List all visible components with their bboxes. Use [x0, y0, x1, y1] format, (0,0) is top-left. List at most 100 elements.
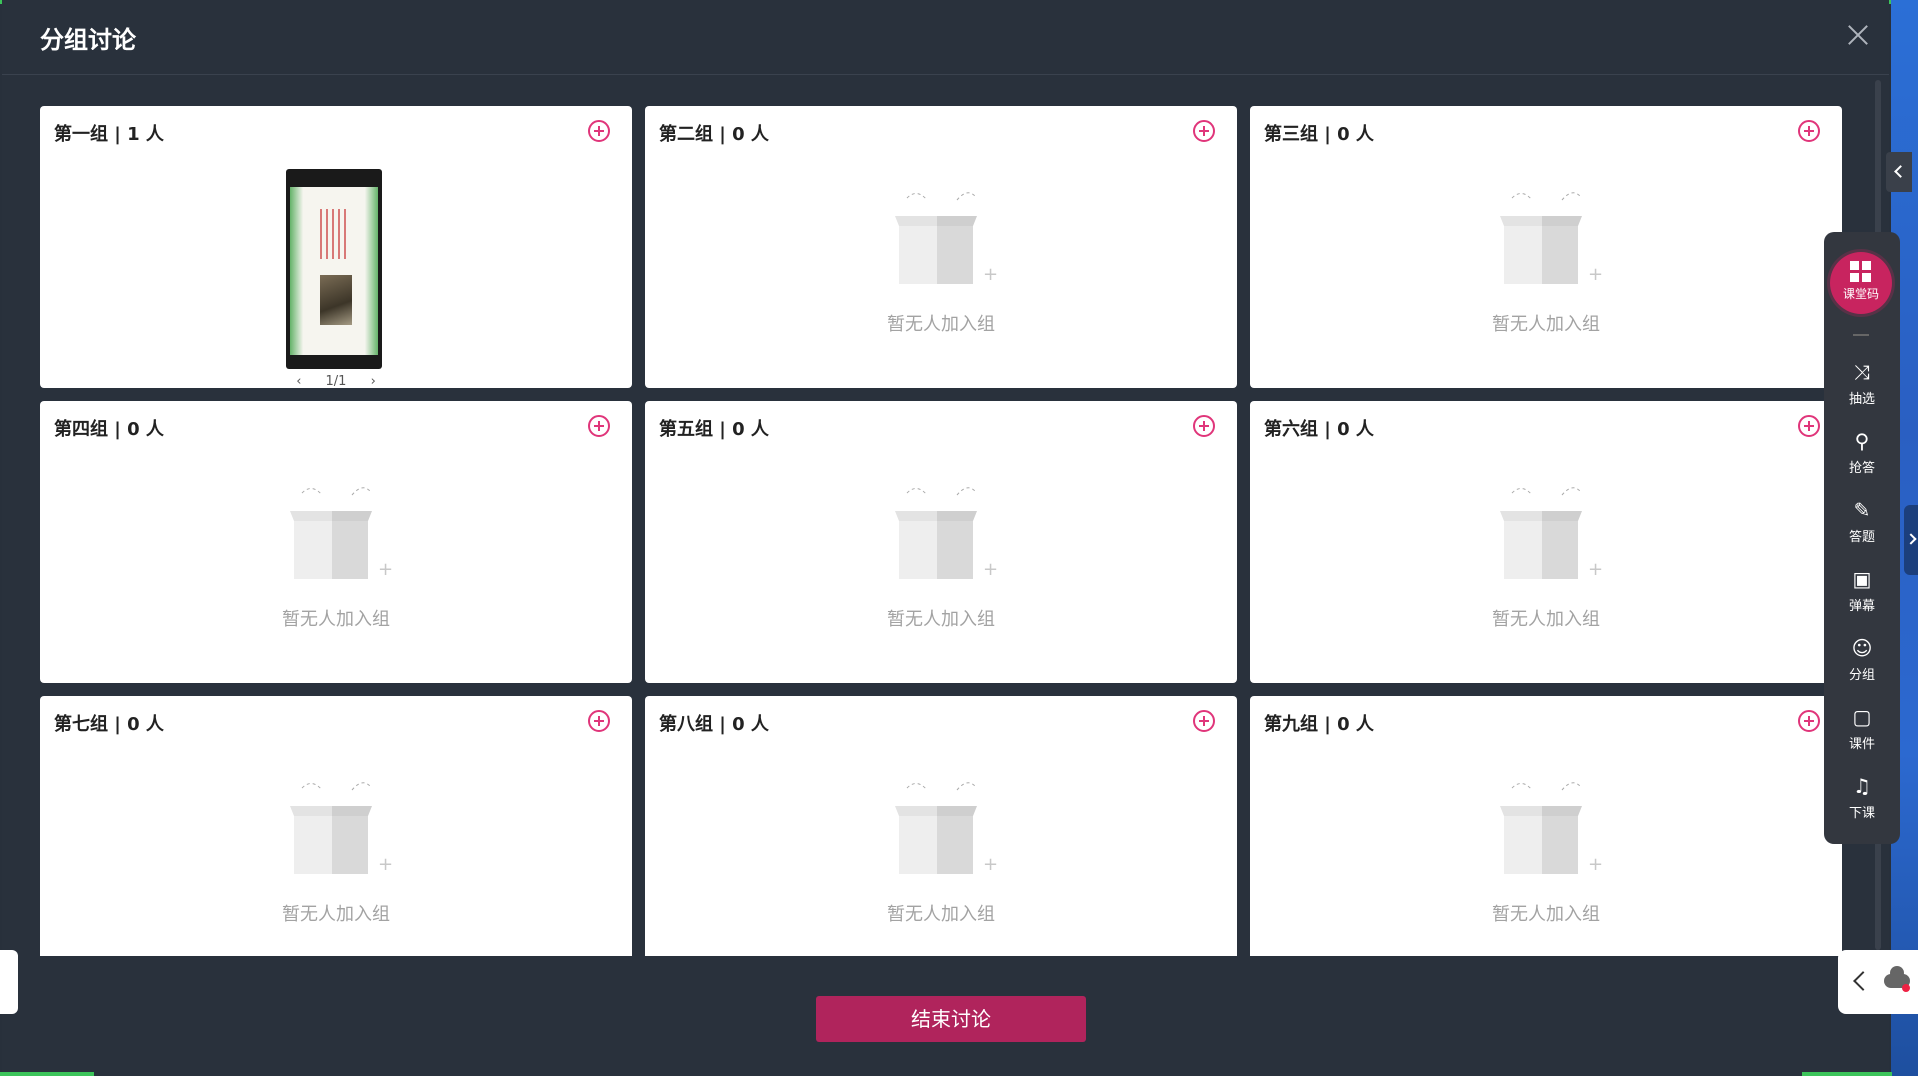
group-title: 第四组 | 0 人	[54, 419, 164, 440]
dialog-header: 分组讨论	[2, 0, 1889, 75]
group-discussion-dialog: 分组讨论 第一组 | 1 人 ‹ 1/1 › 第二组 | 0 人 + 暂无人加入…	[2, 0, 1889, 1076]
svg-text:+: +	[1588, 559, 1602, 580]
pencil-icon: ✎	[1853, 498, 1871, 522]
dialog-title: 分组讨论	[40, 26, 136, 54]
thumbnail-pager: ‹ 1/1 ›	[40, 374, 632, 389]
empty-box-icon: +	[1500, 487, 1602, 580]
chevron-left-icon[interactable]	[1853, 971, 1873, 991]
bottom-accent-right	[1802, 1072, 1892, 1076]
group-card-1: 第一组 | 1 人 ‹ 1/1 ›	[40, 106, 632, 389]
add-member-icon[interactable]	[1193, 415, 1215, 437]
class-code-button[interactable]: 课堂码	[1830, 252, 1892, 314]
group-title: 第八组 | 0 人	[659, 714, 769, 735]
tool-label: 分组	[1848, 668, 1875, 683]
tool-group[interactable]: ☺ 分组	[1824, 632, 1900, 692]
collapse-toolbar-icon[interactable]	[1886, 152, 1912, 192]
bottom-accent-left	[0, 1072, 94, 1076]
add-member-icon[interactable]	[1798, 120, 1820, 142]
add-member-icon[interactable]	[588, 120, 610, 142]
tool-answer[interactable]: ✎ 答题	[1824, 494, 1900, 554]
svg-text:+: +	[1588, 854, 1602, 875]
add-member-icon[interactable]	[1193, 710, 1215, 732]
add-member-icon[interactable]	[1798, 710, 1820, 732]
desktop-expand-tab[interactable]	[1904, 505, 1918, 575]
add-member-icon[interactable]	[588, 415, 610, 437]
group-title: 第五组 | 0 人	[659, 419, 769, 440]
empty-box-icon: +	[1500, 192, 1602, 285]
thumbnail-content	[290, 187, 378, 355]
group-card-6: 第六组 | 0 人 + 暂无人加入组	[1250, 401, 1842, 683]
empty-box-icon: +	[1500, 782, 1602, 875]
classroom-toolbar: 课堂码 ⤨ 抽选 ⚲ 抢答 ✎ 答题 ▣ 弹幕 ☺ 分组 ▢ 课件 ♫ 下课	[1824, 232, 1900, 844]
empty-box-icon: +	[290, 782, 392, 875]
group-card-8: 第八组 | 0 人 + 暂无人加入组	[645, 696, 1237, 956]
class-code-label: 课堂码	[1842, 287, 1879, 301]
svg-text:+: +	[983, 264, 997, 285]
svg-text:+: +	[378, 854, 392, 875]
empty-group-text: 暂无人加入组	[1492, 904, 1600, 925]
empty-group-text: 暂无人加入组	[1492, 609, 1600, 630]
group-card-4: 第四组 | 0 人 + 暂无人加入组	[40, 401, 632, 683]
group-title: 第二组 | 0 人	[659, 124, 769, 145]
empty-group-text: 暂无人加入组	[1492, 314, 1600, 335]
tool-label: 课件	[1848, 737, 1875, 752]
group-grid: 第一组 | 1 人 ‹ 1/1 › 第二组 | 0 人 + 暂无人加入组 第三组…	[40, 106, 1846, 956]
tool-end-class[interactable]: ♫ 下课	[1824, 770, 1900, 830]
thumbnail-text	[320, 209, 350, 259]
user-group-icon: ☺	[1851, 636, 1873, 660]
empty-group-text: 暂无人加入组	[887, 314, 995, 335]
empty-group-text: 暂无人加入组	[282, 609, 390, 630]
tool-label: 抢答	[1848, 461, 1875, 476]
tool-danmaku[interactable]: ▣ 弹幕	[1824, 563, 1900, 623]
tool-random-pick[interactable]: ⤨ 抽选	[1824, 356, 1900, 416]
group-card-2: 第二组 | 0 人 + 暂无人加入组	[645, 106, 1237, 388]
empty-box-icon: +	[290, 487, 392, 580]
screen: 分组讨论 第一组 | 1 人 ‹ 1/1 › 第二组 | 0 人 + 暂无人加入…	[0, 0, 1918, 1076]
svg-text:+: +	[983, 854, 997, 875]
add-member-icon[interactable]	[1193, 120, 1215, 142]
add-member-icon[interactable]	[588, 710, 610, 732]
end-discussion-button[interactable]: 结束讨论	[816, 996, 1086, 1042]
courseware-icon: ▢	[1852, 705, 1872, 729]
tool-courseware[interactable]: ▢ 课件	[1824, 701, 1900, 761]
student-screen-thumbnail[interactable]	[286, 169, 382, 369]
svg-text:+: +	[983, 559, 997, 580]
thumbnail-photo	[320, 275, 352, 325]
danmaku-icon: ▣	[1852, 567, 1872, 591]
group-card-3: 第三组 | 0 人 + 暂无人加入组	[1250, 106, 1842, 388]
empty-group-text: 暂无人加入组	[282, 904, 390, 925]
tool-label: 答题	[1848, 530, 1875, 545]
bell-icon: ♫	[1853, 774, 1871, 798]
microphone-icon: ⚲	[1854, 429, 1870, 453]
empty-box-icon: +	[895, 782, 997, 875]
group-card-9: 第九组 | 0 人 + 暂无人加入组	[1250, 696, 1842, 956]
svg-text:+: +	[1588, 264, 1602, 285]
notification-dot	[1902, 984, 1910, 992]
add-member-icon[interactable]	[1798, 415, 1820, 437]
bottom-right-widget[interactable]	[1838, 950, 1918, 1014]
empty-group-text: 暂无人加入组	[887, 904, 995, 925]
empty-group-text: 暂无人加入组	[887, 609, 995, 630]
group-title: 第七组 | 0 人	[54, 714, 164, 735]
group-card-5: 第五组 | 0 人 + 暂无人加入组	[645, 401, 1237, 683]
pager-count: 1/1	[325, 374, 347, 389]
toolbar-divider	[1853, 334, 1869, 336]
tool-label: 抽选	[1848, 392, 1875, 407]
empty-box-icon: +	[895, 487, 997, 580]
group-title: 第一组 | 1 人	[54, 124, 164, 145]
empty-box-icon: +	[895, 192, 997, 285]
svg-text:+: +	[378, 559, 392, 580]
tool-label: 下课	[1848, 806, 1875, 821]
left-side-tab[interactable]	[0, 950, 18, 1014]
pager-prev-icon[interactable]: ‹	[296, 374, 301, 389]
group-title: 第九组 | 0 人	[1264, 714, 1374, 735]
group-title: 第六组 | 0 人	[1264, 419, 1374, 440]
class-code-icon	[1850, 261, 1872, 283]
shuffle-icon: ⤨	[1854, 360, 1870, 384]
tool-label: 弹幕	[1848, 599, 1875, 614]
group-card-7: 第七组 | 0 人 + 暂无人加入组	[40, 696, 632, 956]
close-icon[interactable]	[1845, 22, 1871, 48]
group-title: 第三组 | 0 人	[1264, 124, 1374, 145]
tool-quick-answer[interactable]: ⚲ 抢答	[1824, 425, 1900, 485]
pager-next-icon[interactable]: ›	[371, 374, 376, 389]
